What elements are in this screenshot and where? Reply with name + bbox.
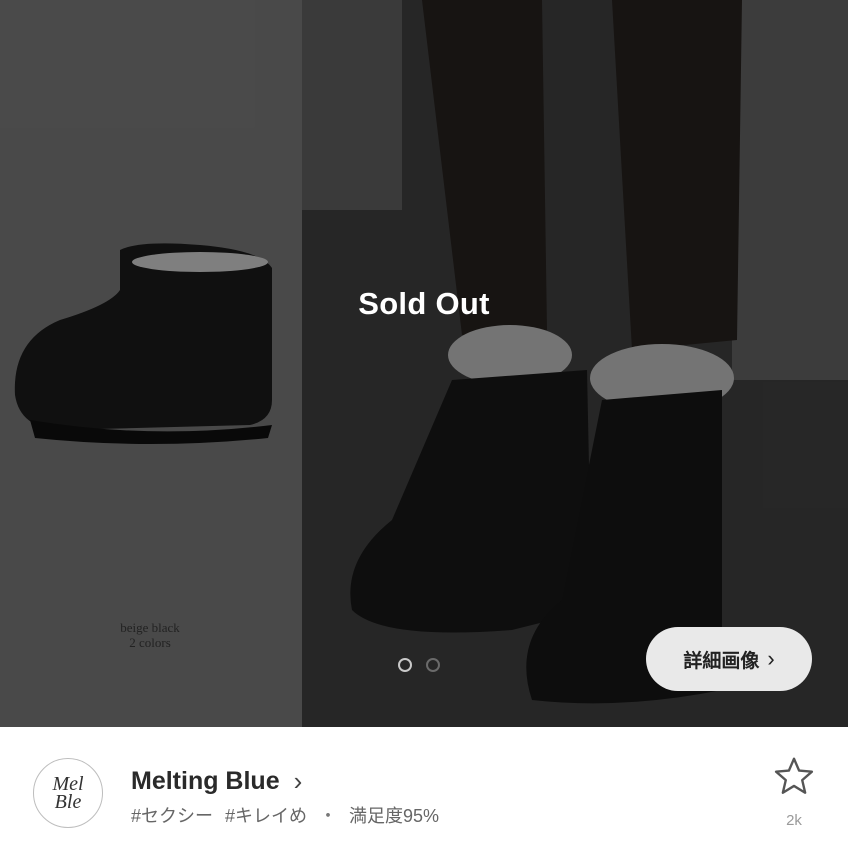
shop-logo[interactable]: Mel Ble [33,758,103,828]
tag-sexy[interactable]: #セクシー [131,802,213,828]
carousel-dot[interactable] [426,658,440,672]
separator: ・ [319,806,338,826]
product-image-carousel[interactable]: beige black 2 colors Sold Out 詳細画像 › [0,0,848,727]
shop-name: Melting Blue [131,767,280,795]
satisfaction-rating: 満足度95% [349,806,440,826]
star-outline-icon [774,757,814,794]
shop-name-link[interactable]: Melting Blue › [131,766,302,797]
sold-out-label: Sold Out [358,286,490,321]
favorite-button[interactable] [770,756,818,803]
sold-out-overlay [0,0,848,727]
carousel-indicator [398,658,440,672]
logo-text-line2: Ble [54,791,82,813]
tag-kireime[interactable]: #キレイめ [225,802,307,828]
detail-images-label: 詳細画像 [683,650,760,672]
chevron-right-icon: › [293,766,303,796]
shop-tags: #セクシー #キレイめ ・ 満足度95% [131,802,439,828]
carousel-dot-active[interactable] [398,658,412,672]
chevron-right-icon: › [767,646,775,671]
favorite-count: 2k [786,812,802,829]
shop-info-bar [0,727,848,848]
detail-images-button[interactable]: 詳細画像 › [646,627,812,691]
